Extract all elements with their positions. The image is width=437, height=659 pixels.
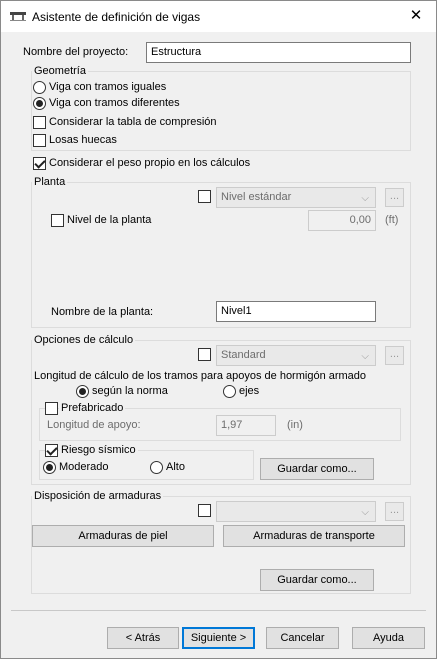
transport-reinforcement-button[interactable]: Armaduras de transporte — [223, 525, 405, 547]
skin-reinforcement-button[interactable]: Armaduras de piel — [32, 525, 214, 547]
calc-save-as-button[interactable]: Guardar como... — [260, 458, 374, 480]
support-length-input[interactable]: 1,97 — [216, 415, 276, 436]
seismic-label: Riesgo sísmico — [59, 444, 138, 456]
calc-options-dropdown[interactable]: Standard ⌵ — [216, 345, 376, 366]
reinforcement-save-as-button[interactable]: Guardar como... — [260, 569, 374, 591]
beam-wizard-dialog: Asistente de definición de vigas ✕ Nombr… — [0, 0, 437, 659]
radio-different-spans-label: Viga con tramos diferentes — [49, 97, 180, 109]
hollow-slabs-label: Losas huecas — [49, 134, 117, 146]
span-length-text: Longitud de cálculo de los tramos para a… — [34, 370, 367, 382]
floor-name-input[interactable]: Nivel1 — [216, 301, 376, 322]
back-button[interactable]: < Atrás — [107, 627, 179, 649]
radio-per-norm-label: según la norma — [92, 385, 168, 397]
calc-template-checkbox[interactable] — [198, 348, 211, 361]
radio-high[interactable] — [150, 461, 163, 474]
reinforcement-browse-button[interactable]: ... — [385, 502, 404, 521]
radio-equal-spans-label: Viga con tramos iguales — [49, 81, 167, 93]
support-length-label: Longitud de apoyo: — [47, 419, 141, 431]
calc-options-dropdown-value: Standard — [221, 349, 266, 361]
prefab-checkbox[interactable] — [45, 402, 58, 415]
compression-table-checkbox[interactable] — [33, 116, 46, 129]
seismic-checkbox[interactable] — [45, 444, 58, 457]
footer-separator — [11, 610, 426, 611]
beam-app-icon — [10, 12, 26, 21]
chevron-down-icon: ⌵ — [361, 507, 369, 518]
radio-per-norm[interactable] — [76, 385, 89, 398]
floor-level-checkbox[interactable] — [51, 214, 64, 227]
reinforcement-template-checkbox[interactable] — [198, 504, 211, 517]
next-button[interactable]: Siguiente > — [182, 627, 255, 649]
floor-level-input[interactable]: 0,00 — [308, 210, 376, 231]
radio-axes[interactable] — [223, 385, 236, 398]
window-title: Asistente de definición de vigas — [32, 10, 201, 24]
compression-table-label: Considerar la tabla de compresión — [49, 116, 217, 128]
self-weight-checkbox[interactable] — [33, 157, 46, 170]
chevron-down-icon: ⌵ — [361, 351, 369, 362]
floor-browse-button[interactable]: ... — [385, 188, 404, 207]
floor-name-label: Nombre de la planta: — [51, 306, 154, 318]
project-name-input[interactable]: Estructura — [146, 42, 411, 63]
radio-axes-label: ejes — [239, 385, 260, 397]
geometry-group-label: Geometría — [32, 65, 88, 77]
radio-moderate[interactable] — [43, 461, 56, 474]
cancel-button[interactable]: Cancelar — [266, 627, 339, 649]
floor-level-dropdown[interactable]: Nivel estándar ⌵ — [216, 187, 376, 208]
radio-different-spans[interactable] — [33, 97, 46, 110]
chevron-down-icon: ⌵ — [361, 193, 369, 204]
radio-moderate-label: Moderado — [59, 461, 109, 473]
floor-level-unit: (ft) — [385, 214, 399, 226]
calc-options-group-label: Opciones de cálculo — [32, 334, 136, 346]
title-bar: Asistente de definición de vigas ✕ — [1, 1, 436, 32]
help-button[interactable]: Ayuda — [352, 627, 425, 649]
self-weight-label: Considerar el peso propio en los cálculo… — [49, 157, 251, 169]
close-icon[interactable]: ✕ — [408, 8, 424, 24]
floor-level-label: Nivel de la planta — [67, 214, 152, 226]
radio-high-label: Alto — [166, 461, 185, 473]
project-name-label: Nombre del proyecto: — [23, 46, 129, 58]
prefab-label: Prefabricado — [59, 402, 126, 414]
hollow-slabs-checkbox[interactable] — [33, 134, 46, 147]
radio-equal-spans[interactable] — [33, 81, 46, 94]
support-length-unit: (in) — [287, 419, 303, 431]
calc-browse-button[interactable]: ... — [385, 346, 404, 365]
floor-level-dropdown-value: Nivel estándar — [221, 191, 292, 203]
reinforcement-dropdown[interactable]: ⌵ — [216, 501, 376, 522]
reinforcement-group-label: Disposición de armaduras — [32, 490, 164, 502]
floor-group-label: Planta — [32, 176, 68, 188]
floor-template-checkbox[interactable] — [198, 190, 211, 203]
